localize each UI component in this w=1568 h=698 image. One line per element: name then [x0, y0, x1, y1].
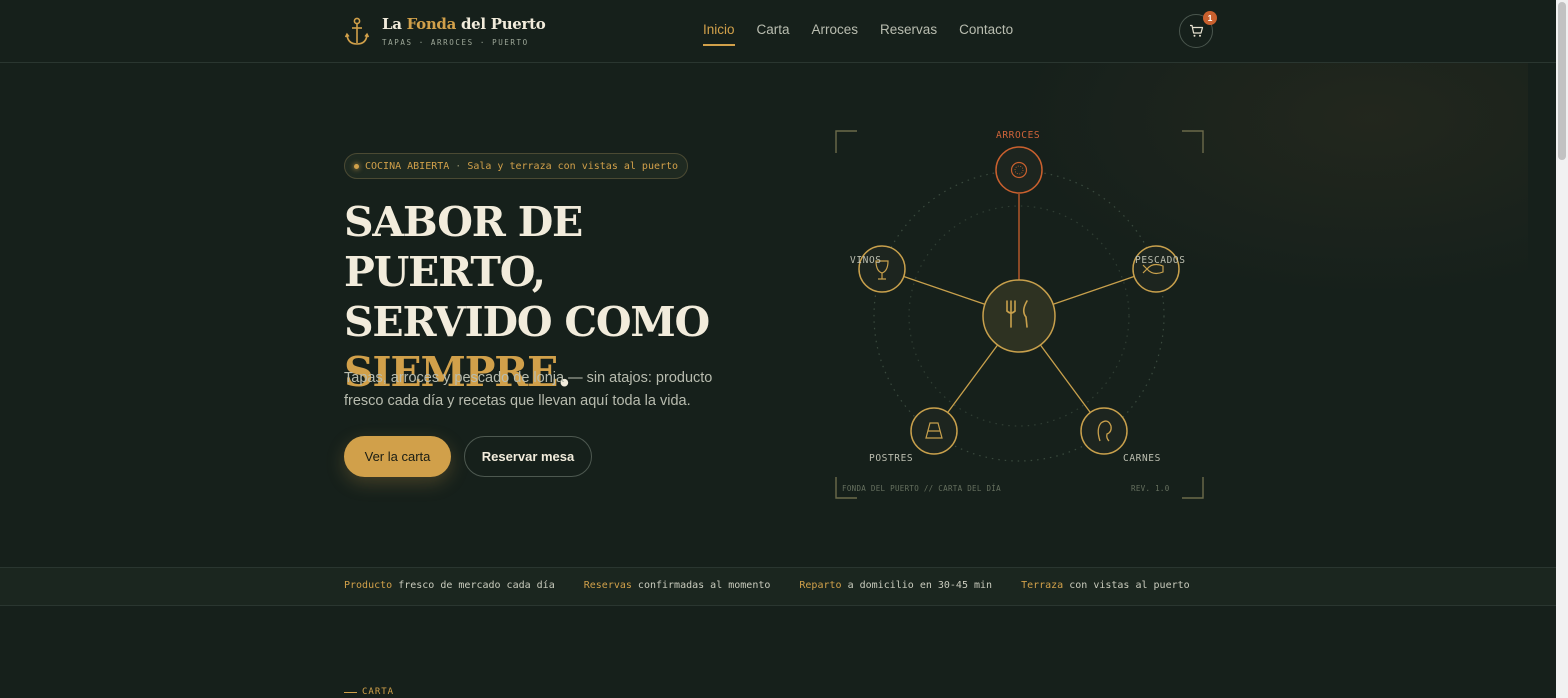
node-pescados[interactable] [1132, 245, 1180, 293]
menu-diagram-svg [835, 130, 1204, 499]
reserve-table-button[interactable]: Reservar mesa [464, 436, 592, 477]
view-menu-button[interactable]: Ver la carta [344, 436, 451, 477]
feature-reparto: Reparto a domicilio en 30-45 min [799, 580, 993, 591]
status-dot [354, 163, 359, 169]
cart-count-badge: 1 [1203, 11, 1217, 25]
status-pill-text: Sala y terraza con vistas al puerto [467, 160, 679, 172]
features-strip: Producto fresco de mercado cada día Rese… [0, 567, 1556, 606]
nav-item-inicio[interactable]: Inicio [703, 22, 735, 46]
section-label-dash [344, 691, 357, 693]
menu-diagram: ARROCES PESCADOS CARNES POSTRES VINOS FO… [830, 125, 1210, 505]
node-label-carnes: CARNES [1123, 453, 1161, 464]
node-vinos[interactable] [858, 245, 906, 293]
hero-lead: Tapas, arroces y pescado de lonja — sin … [344, 370, 713, 409]
status-pill-strong: COCINA ABIERTA [365, 160, 450, 172]
node-label-vinos: VINOS [850, 255, 882, 266]
diagram-footer-left: FONDA DEL PUERTO // CARTA DEL DÍA [842, 484, 1001, 493]
brand-logo[interactable]: La Fonda del Puerto TAPAS · ARROCES · PU… [344, 15, 546, 47]
nav-item-carta[interactable]: Carta [757, 22, 790, 46]
node-postres[interactable] [910, 407, 958, 455]
cutlery-icon [982, 279, 1056, 353]
brand-name: La Fonda del Puerto [382, 15, 546, 33]
status-pill-separator: · [455, 160, 462, 172]
main-nav: Inicio Carta Arroces Reservas Contacto [703, 22, 1035, 46]
node-arroces[interactable] [995, 146, 1043, 194]
section-label-carta: CARTA [344, 687, 394, 697]
nav-item-contacto[interactable]: Contacto [959, 22, 1013, 46]
feature-terraza: Terraza con vistas al puerto [1021, 580, 1190, 591]
feature-producto: Producto fresco de mercado cada día [344, 580, 555, 591]
feature-reservas: Reservas confirmadas al momento [583, 580, 771, 591]
scrollbar-thumb[interactable] [1558, 2, 1566, 160]
node-carnes[interactable] [1080, 407, 1128, 455]
cart-icon [1189, 24, 1203, 37]
page-scrollbar[interactable] [1556, 0, 1568, 698]
node-label-arroces: ARROCES [996, 130, 1041, 141]
node-label-pescados: PESCADOS [1135, 255, 1186, 266]
node-label-postres: POSTRES [869, 453, 914, 464]
nav-item-arroces[interactable]: Arroces [812, 22, 859, 46]
brand-tagline: TAPAS · ARROCES · PUERTO [382, 38, 529, 47]
cart-button[interactable]: 1 [1179, 11, 1217, 48]
diagram-footer-right: REV. 1.0 [1131, 484, 1170, 493]
site-header: La Fonda del Puerto TAPAS · ARROCES · PU… [0, 0, 1556, 63]
status-pill: COCINA ABIERTA · Sala y terraza con vist… [344, 153, 689, 179]
anchor-icon [344, 17, 370, 45]
nav-item-reservas[interactable]: Reservas [880, 22, 937, 46]
